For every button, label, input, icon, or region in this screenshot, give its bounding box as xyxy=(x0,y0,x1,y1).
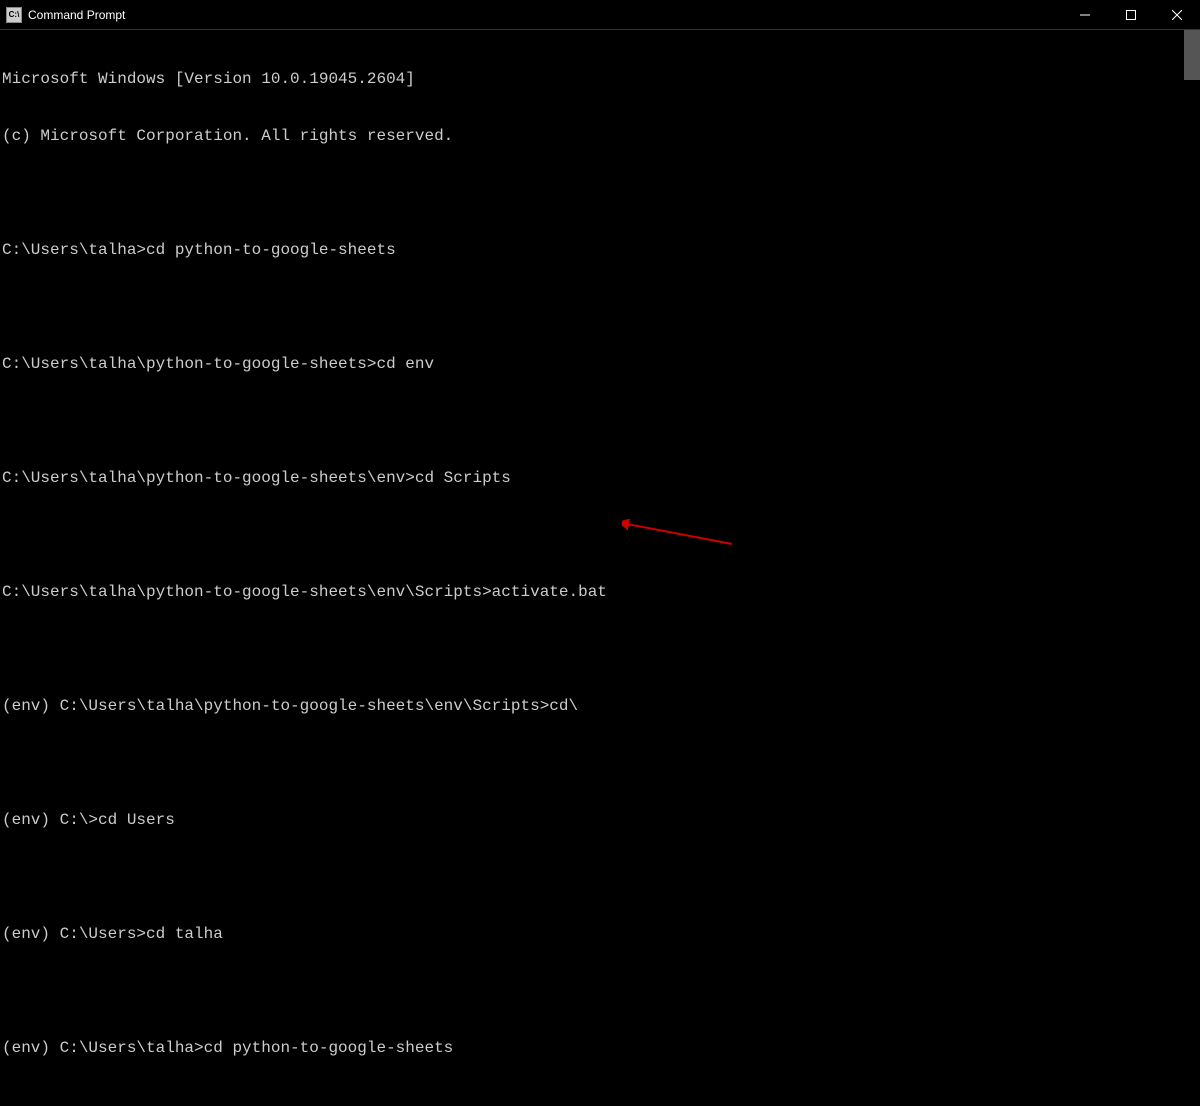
titlebar-left: C:\ Command Prompt xyxy=(0,7,125,23)
terminal-line xyxy=(2,754,1200,773)
terminal-line: C:\Users\talha\python-to-google-sheets\e… xyxy=(2,583,1200,602)
terminal-line xyxy=(2,868,1200,887)
terminal-line xyxy=(2,184,1200,203)
terminal-line: C:\Users\talha\python-to-google-sheets>c… xyxy=(2,355,1200,374)
terminal-output[interactable]: Microsoft Windows [Version 10.0.19045.26… xyxy=(0,30,1200,553)
minimize-button[interactable] xyxy=(1062,0,1108,29)
terminal-line: (env) C:\>cd Users xyxy=(2,811,1200,830)
terminal-line xyxy=(2,298,1200,317)
terminal-line: C:\Users\talha>cd python-to-google-sheet… xyxy=(2,241,1200,260)
terminal-line: Microsoft Windows [Version 10.0.19045.26… xyxy=(2,70,1200,89)
titlebar[interactable]: C:\ Command Prompt xyxy=(0,0,1200,30)
close-icon xyxy=(1172,10,1182,20)
terminal-line: (env) C:\Users>cd talha xyxy=(2,925,1200,944)
terminal-line: C:\Users\talha\python-to-google-sheets\e… xyxy=(2,469,1200,488)
minimize-icon xyxy=(1080,10,1090,20)
terminal-line: (env) C:\Users\talha>cd python-to-google… xyxy=(2,1039,1200,1058)
terminal-line xyxy=(2,1096,1200,1106)
maximize-button[interactable] xyxy=(1108,0,1154,29)
terminal-line: (c) Microsoft Corporation. All rights re… xyxy=(2,127,1200,146)
window-controls xyxy=(1062,0,1200,29)
terminal-line xyxy=(2,412,1200,431)
maximize-icon xyxy=(1126,10,1136,20)
close-button[interactable] xyxy=(1154,0,1200,29)
terminal-line xyxy=(2,526,1200,545)
terminal-line xyxy=(2,982,1200,1001)
window-title: Command Prompt xyxy=(28,8,125,22)
scrollbar-thumb[interactable] xyxy=(1184,30,1200,80)
terminal-line xyxy=(2,640,1200,659)
cmd-app-icon: C:\ xyxy=(6,7,22,23)
terminal-line: (env) C:\Users\talha\python-to-google-sh… xyxy=(2,697,1200,716)
